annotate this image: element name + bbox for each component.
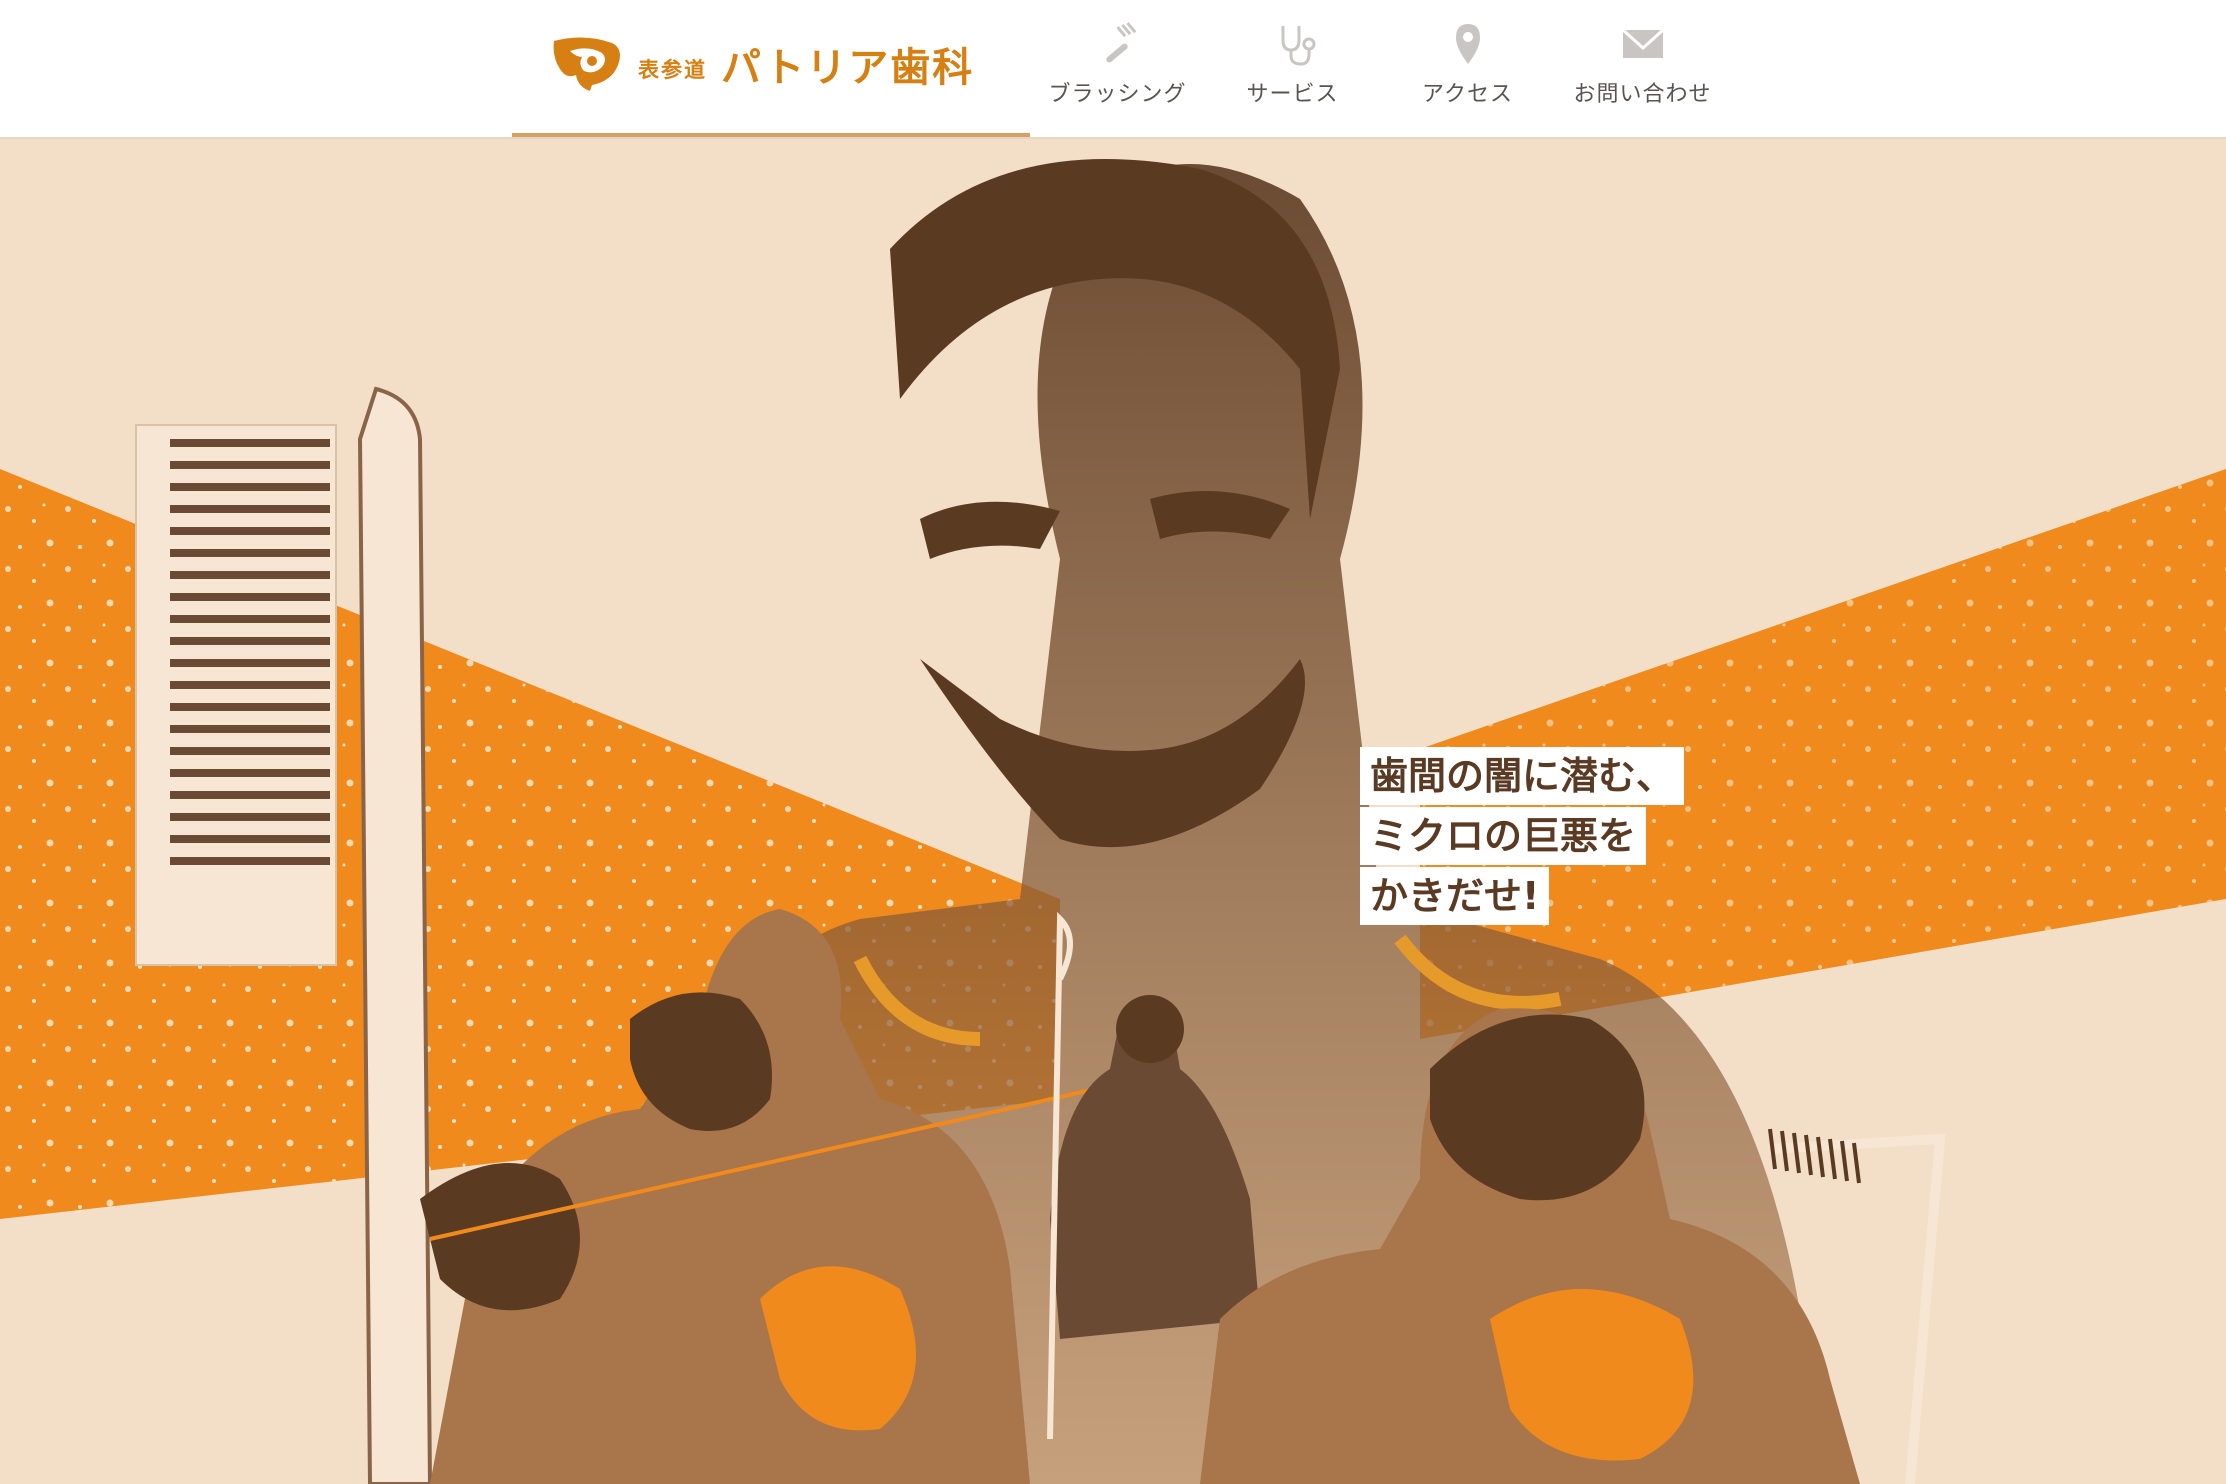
nav-item-access[interactable]: アクセス <box>1380 20 1555 130</box>
tagline-line-2: ミクロの巨悪を <box>1360 807 1647 865</box>
brand-location: 表参道 <box>638 58 707 82</box>
active-nav-indicator <box>512 133 1030 137</box>
toothbrush-icon <box>1105 22 1136 63</box>
hero-illustration: 歯間の闇に潜む、 ミクロの巨悪を かきだせ! <box>0 139 2226 1484</box>
patria-dental-logo-icon <box>553 37 620 91</box>
main-nav: ブラッシング サービス アクセス お問い合わせ <box>1030 20 1730 130</box>
nav-item-contact[interactable]: お問い合わせ <box>1555 20 1730 130</box>
nav-item-brushing[interactable]: ブラッシング <box>1030 20 1205 130</box>
map-pin-icon <box>1455 24 1480 64</box>
tagline-line-1: 歯間の闇に潜む、 <box>1360 747 1685 805</box>
hero-tagline: 歯間の闇に潜む、 ミクロの巨悪を かきだせ! <box>1360 747 1685 927</box>
nav-label-contact: お問い合わせ <box>1573 82 1712 107</box>
comb-illustration <box>135 386 433 1484</box>
nav-label-access: アクセス <box>1422 82 1513 107</box>
brand-name: パトリア歯科 <box>721 45 975 91</box>
stethoscope-icon <box>1281 26 1315 66</box>
brand-logo-link[interactable]: 表参道 パトリア歯科 <box>548 34 974 94</box>
hero-artwork <box>0 159 2226 1484</box>
envelope-icon <box>1621 28 1664 58</box>
nav-label-service: サービス <box>1246 82 1339 107</box>
site-header: 表参道 パトリア歯科 ブラッシング サービス アクセス お問い合わせ <box>0 0 2226 139</box>
nav-label-brushing: ブラッシング <box>1048 82 1187 107</box>
nav-item-service[interactable]: サービス <box>1205 20 1380 130</box>
tagline-line-3: かきだせ! <box>1360 867 1550 925</box>
